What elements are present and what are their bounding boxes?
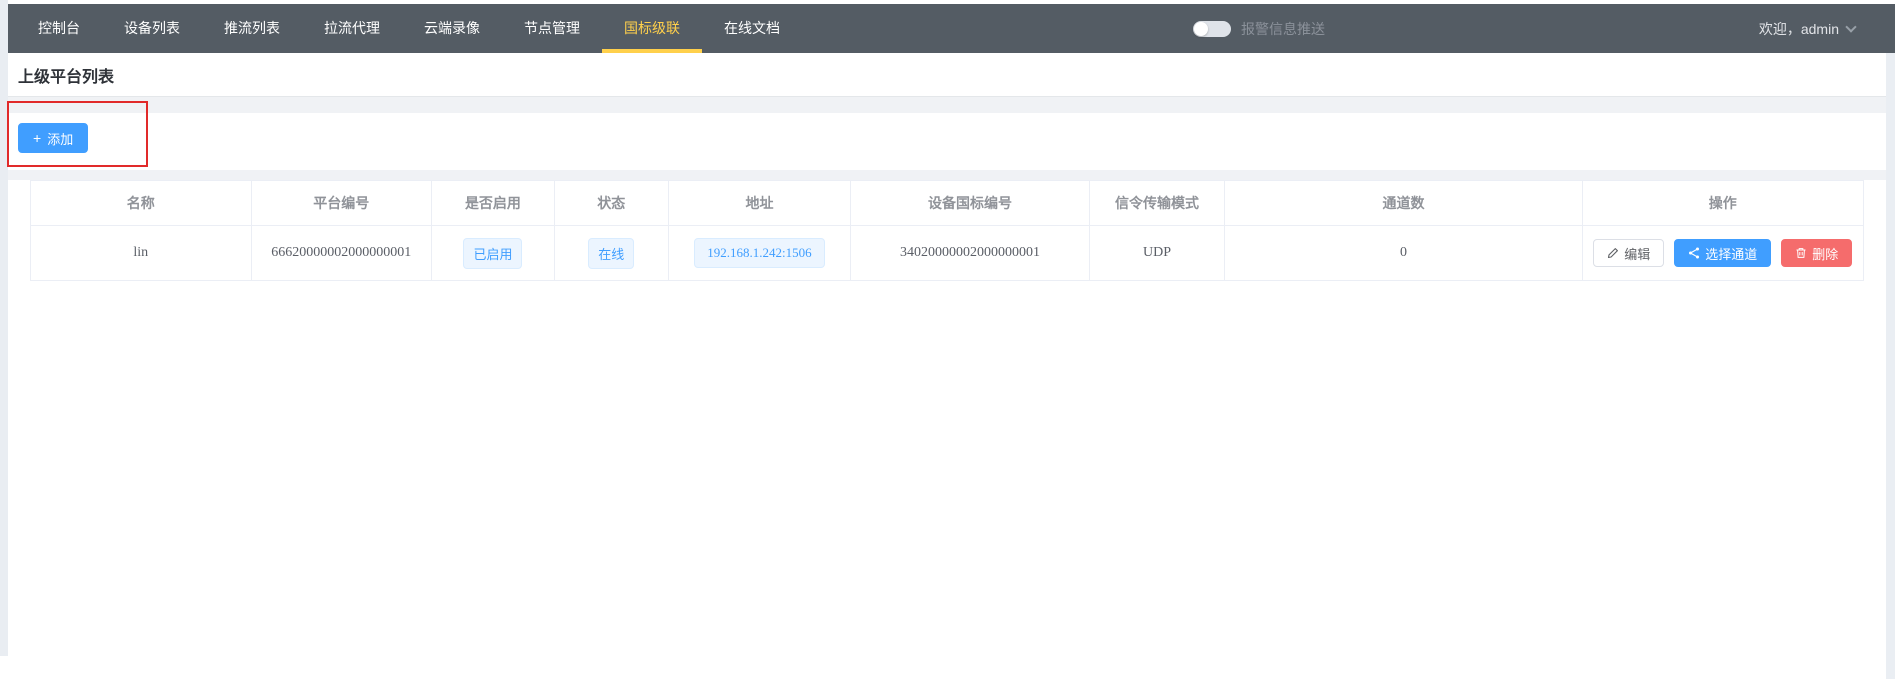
alarm-push-toggle[interactable]: [1193, 21, 1231, 37]
page-title: 上级平台列表: [18, 63, 114, 87]
pencil-icon: [1607, 247, 1619, 259]
cell-address: 192.168.1.242:1506: [668, 226, 851, 281]
plus-icon: +: [33, 131, 41, 145]
select-channel-button-label: 选择通道: [1705, 244, 1757, 263]
col-header-address: 地址: [668, 181, 851, 226]
cell-status: 在线: [554, 226, 668, 281]
edit-button[interactable]: 编辑: [1593, 239, 1664, 267]
status-badge: 在线: [588, 238, 634, 269]
cell-actions: 编辑 选择通道: [1582, 226, 1863, 281]
user-menu[interactable]: 欢迎，admin: [1759, 4, 1855, 53]
table-header-row: 名称 平台编号 是否启用 状态 地址 设备国标编号 信令传输模式 通道数 操作: [31, 181, 1864, 226]
nav-item-online-docs[interactable]: 在线文档: [702, 4, 802, 53]
nav-item-node-manage[interactable]: 节点管理: [502, 4, 602, 53]
nav-item-cloud-record[interactable]: 云端录像: [402, 4, 502, 53]
share-icon: [1688, 247, 1700, 259]
toggle-knob: [1194, 22, 1208, 36]
edit-button-label: 编辑: [1624, 244, 1650, 263]
cell-transport: UDP: [1089, 226, 1225, 281]
nav-menu: 控制台 设备列表 推流列表 拉流代理 云端录像 节点管理 国标级联 在线文档: [8, 4, 802, 53]
platform-table: 名称 平台编号 是否启用 状态 地址 设备国标编号 信令传输模式 通道数 操作 …: [30, 180, 1864, 281]
col-header-name: 名称: [31, 181, 252, 226]
cell-platform-id: 66620000002000000001: [251, 226, 432, 281]
row-actions: 编辑 选择通道: [1583, 239, 1863, 267]
select-channel-button[interactable]: 选择通道: [1674, 239, 1771, 267]
add-button-label: 添加: [47, 129, 73, 148]
col-header-status: 状态: [554, 181, 668, 226]
address-tag[interactable]: 192.168.1.242:1506: [694, 238, 824, 268]
nav-item-console[interactable]: 控制台: [16, 4, 102, 53]
cell-channel-count: 0: [1225, 226, 1582, 281]
nav-item-push-list[interactable]: 推流列表: [202, 4, 302, 53]
col-header-enabled: 是否启用: [432, 181, 555, 226]
alarm-push-group: 报警信息推送: [1193, 4, 1325, 53]
chevron-down-icon: [1845, 21, 1856, 32]
col-header-transport: 信令传输模式: [1089, 181, 1225, 226]
alarm-push-label: 报警信息推送: [1241, 19, 1325, 39]
col-header-platform-id: 平台编号: [251, 181, 432, 226]
cell-device-gb-id: 34020000002000000001: [851, 226, 1089, 281]
nav-item-device-list[interactable]: 设备列表: [102, 4, 202, 53]
delete-button[interactable]: 删除: [1781, 239, 1852, 267]
top-navbar: 控制台 设备列表 推流列表 拉流代理 云端录像 节点管理 国标级联 在线文档 报…: [8, 4, 1895, 53]
trash-icon: [1795, 247, 1807, 259]
col-header-channels: 通道数: [1225, 181, 1582, 226]
col-header-actions: 操作: [1582, 181, 1863, 226]
delete-button-label: 删除: [1812, 244, 1838, 263]
table-row: lin 66620000002000000001 已启用 在线 192.168.…: [31, 226, 1864, 281]
add-button[interactable]: + 添加: [18, 123, 88, 153]
page-content: 上级平台列表 + 添加 名称 平台编号 是否启用 状态 地址 设备国标编号: [8, 53, 1886, 679]
toolbar: + 添加: [8, 113, 1886, 170]
platform-table-card: 名称 平台编号 是否启用 状态 地址 设备国标编号 信令传输模式 通道数 操作 …: [8, 180, 1886, 679]
title-bar: 上级平台列表: [8, 53, 1886, 97]
window-left-edge: [0, 0, 8, 656]
welcome-user-label: 欢迎，admin: [1759, 19, 1839, 39]
nav-item-pull-proxy[interactable]: 拉流代理: [302, 4, 402, 53]
col-header-device-gb-id: 设备国标编号: [851, 181, 1089, 226]
enabled-badge: 已启用: [463, 238, 522, 269]
cell-name: lin: [31, 226, 252, 281]
cell-enabled: 已启用: [432, 226, 555, 281]
scrollbar-track[interactable]: [1886, 53, 1895, 679]
nav-item-gb-cascade[interactable]: 国标级联: [602, 4, 702, 53]
